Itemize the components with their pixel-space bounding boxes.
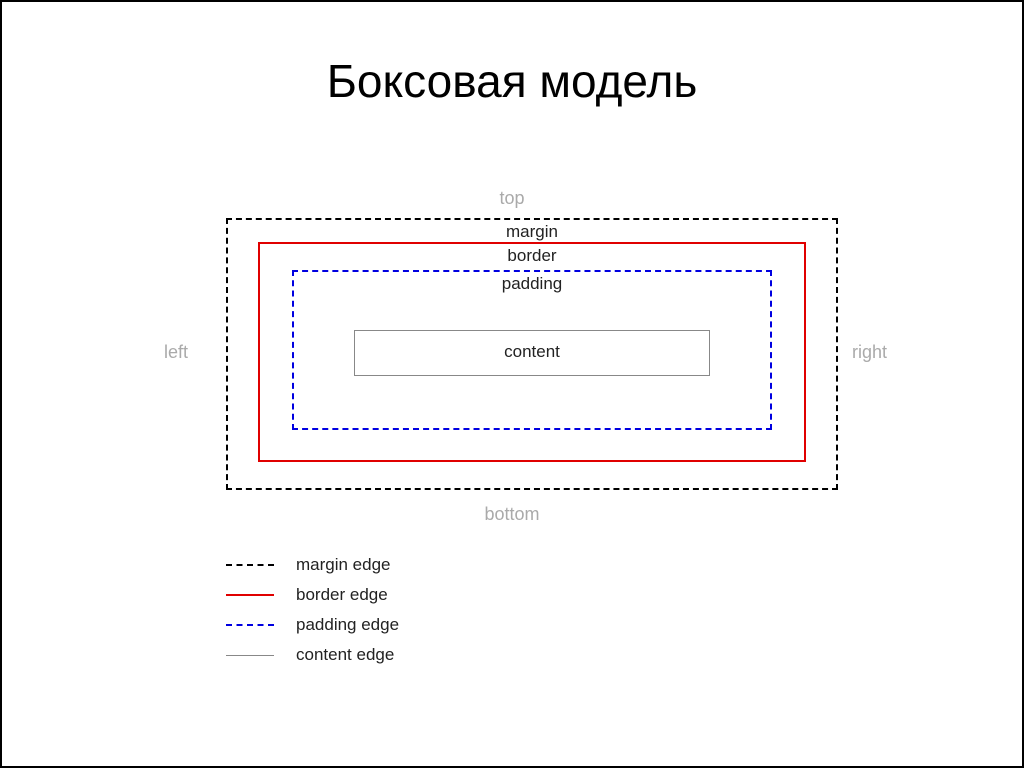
legend-text-border: border edge — [296, 585, 388, 605]
margin-label: margin — [228, 222, 836, 242]
content-box: content — [354, 330, 710, 376]
legend-text-padding: padding edge — [296, 615, 399, 635]
swatch-border-icon — [226, 594, 274, 596]
slide-frame: Боксовая модель top bottom left right ma… — [0, 0, 1024, 768]
legend-text-margin: margin edge — [296, 555, 391, 575]
legend-row-border: border edge — [226, 580, 399, 610]
legend-row-margin: margin edge — [226, 550, 399, 580]
label-top: top — [2, 188, 1022, 209]
box-model-diagram: top bottom left right margin border padd… — [2, 182, 1022, 542]
swatch-padding-icon — [226, 624, 274, 626]
border-label: border — [260, 246, 804, 266]
legend: margin edge border edge padding edge con… — [226, 550, 399, 670]
legend-text-content: content edge — [296, 645, 394, 665]
label-right: right — [852, 342, 887, 363]
swatch-margin-icon — [226, 564, 274, 566]
content-label: content — [355, 331, 709, 373]
legend-row-padding: padding edge — [226, 610, 399, 640]
label-bottom: bottom — [2, 504, 1022, 525]
padding-label: padding — [294, 274, 770, 294]
swatch-content-icon — [226, 655, 274, 656]
label-left: left — [164, 342, 188, 363]
slide-title: Боксовая модель — [2, 54, 1022, 108]
legend-row-content: content edge — [226, 640, 399, 670]
